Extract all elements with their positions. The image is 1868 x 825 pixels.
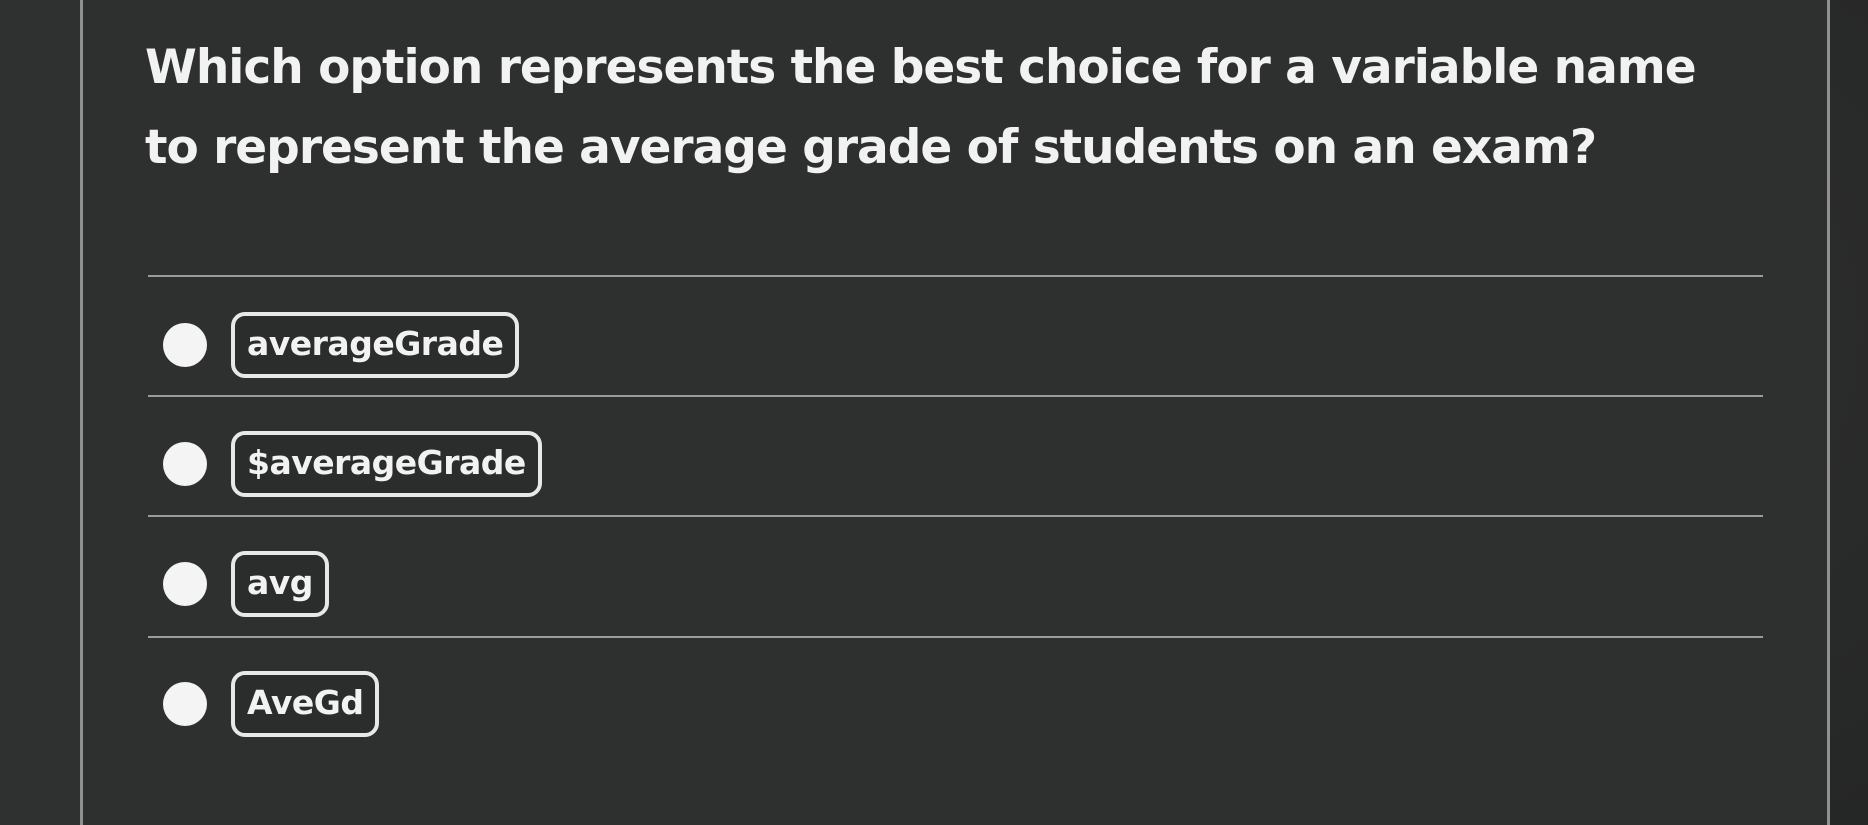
- option-avg[interactable]: avg: [163, 546, 329, 622]
- radio-button[interactable]: [163, 442, 207, 486]
- radio-button[interactable]: [163, 682, 207, 726]
- option-label: AveGd: [231, 671, 380, 737]
- question-text: Which option represents the best choice …: [145, 40, 1697, 175]
- screen: Which option represents the best choice …: [0, 0, 1868, 825]
- option-label: $averageGrade: [231, 431, 542, 497]
- divider: [148, 636, 1763, 638]
- left-bezel: [0, 0, 80, 825]
- option-label: averageGrade: [231, 312, 520, 378]
- divider: [148, 395, 1763, 397]
- divider: [148, 515, 1763, 517]
- option-dollar-averagegrade[interactable]: $averageGrade: [163, 426, 542, 502]
- divider: [148, 275, 1763, 277]
- option-label: avg: [231, 551, 329, 617]
- radio-button[interactable]: [163, 323, 207, 367]
- quiz-panel: Which option represents the best choice …: [80, 0, 1830, 825]
- radio-button[interactable]: [163, 562, 207, 606]
- option-avegd[interactable]: AveGd: [163, 666, 380, 742]
- option-averagegrade[interactable]: averageGrade: [163, 307, 520, 383]
